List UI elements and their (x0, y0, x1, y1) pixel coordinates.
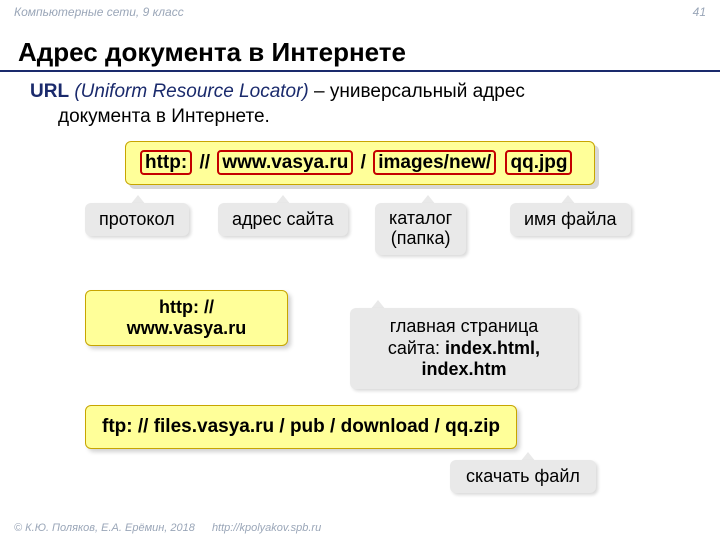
label-site: адрес сайта (218, 203, 348, 236)
label-protocol: протокол (85, 203, 189, 236)
intro-text: URL (Uniform Resource Locator) – универс… (0, 72, 720, 129)
url-part-protocol: http: (140, 150, 192, 175)
url-box: http: // www.vasya.ru / images/new/ qq.j… (125, 141, 595, 185)
label-main-page: главная страница сайта: index.html, inde… (350, 308, 578, 389)
slide-footer: © К.Ю. Поляков, Е.А. Ерёмин, 2018 http:/… (14, 522, 321, 534)
url-part-host: www.vasya.ru (217, 150, 353, 175)
page-number: 41 (693, 5, 706, 29)
url-labels-row: протокол адрес сайта каталог (папка) имя… (0, 197, 720, 257)
intro-rest1: – универсальный адрес (314, 81, 525, 102)
slide-header: Компьютерные сети, 9 класс 41 (0, 0, 720, 29)
url-part-path: images/new/ (373, 150, 496, 175)
label-filename: имя файла (510, 203, 631, 236)
url-sep2: / (353, 152, 373, 173)
url-sep1: // (192, 152, 217, 173)
ftp-url-box: ftp: // files.vasya.ru / pub / download … (85, 405, 517, 449)
label-folder: каталог (папка) (375, 203, 466, 255)
footer-link: http://kpolyakov.spb.ru (212, 522, 321, 534)
slide-title: Адрес документа в Интернете (0, 29, 720, 72)
copyright: © К.Ю. Поляков, Е.А. Ерёмин, 2018 (14, 522, 195, 534)
url-part-file: qq.jpg (505, 150, 572, 175)
url-definition: (Uniform Resource Locator) (74, 81, 308, 102)
header-left: Компьютерные сети, 9 класс (14, 5, 184, 29)
label-download-file: скачать файл (450, 460, 596, 493)
intro-rest2: документа в Интернете. (30, 106, 270, 127)
url-callout: http: // www.vasya.ru / images/new/ qq.j… (125, 141, 595, 185)
yellow-sub-http: http: // www.vasya.ru (85, 290, 288, 346)
url-term: URL (30, 81, 69, 102)
